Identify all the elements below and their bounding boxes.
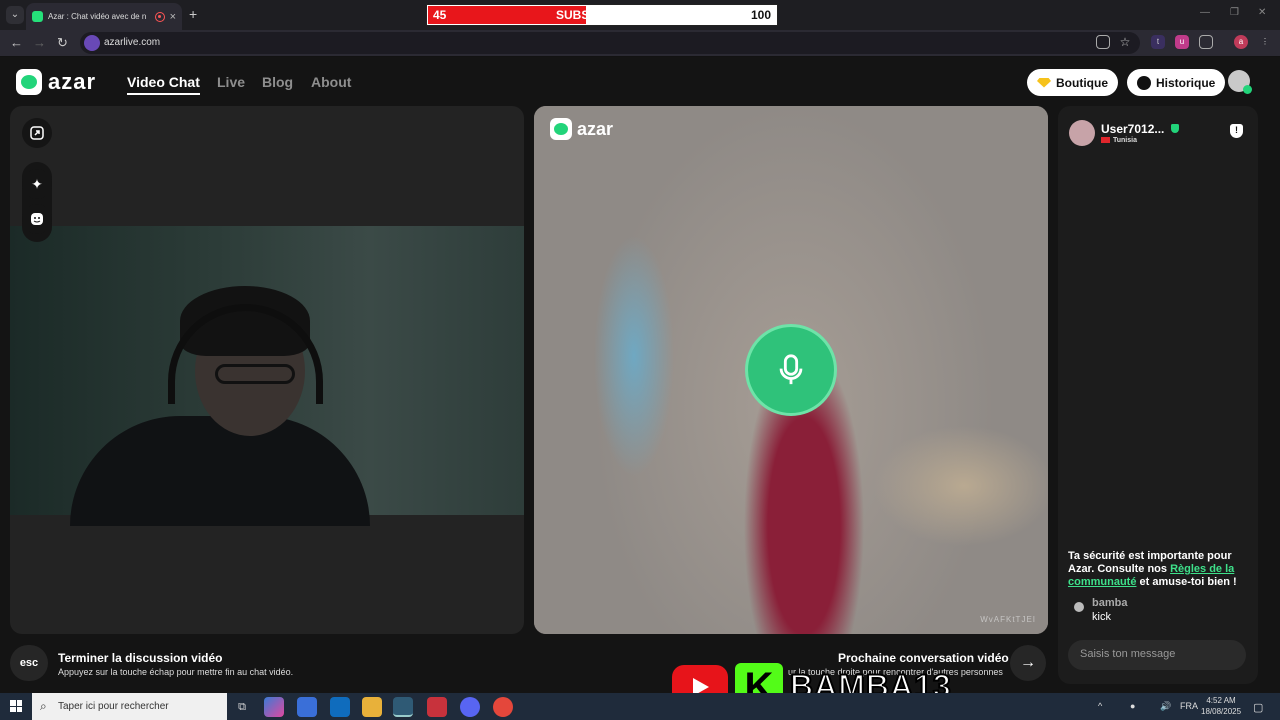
- sparkle-icon: ✦: [31, 175, 43, 192]
- edge-icon[interactable]: [393, 697, 413, 717]
- historique-button[interactable]: Historique: [1127, 69, 1226, 96]
- subscriber-progress-bar: 45 SUBSCRIBERS 100: [426, 4, 778, 26]
- online-status-dot: [1243, 85, 1252, 94]
- clock-time: 4:52 AM: [1206, 696, 1236, 705]
- effects-button[interactable]: ✦: [22, 169, 52, 199]
- azar-logo-text: azar: [48, 69, 97, 94]
- video-watermark: WvAFKtTJEI: [980, 615, 1036, 624]
- historique-label: Historique: [1156, 75, 1216, 90]
- new-tab-button[interactable]: +: [189, 6, 197, 22]
- task-view-icon[interactable]: ⧉: [232, 697, 252, 717]
- nav-blog[interactable]: Blog: [262, 74, 293, 90]
- end-chat-title: Terminer la discussion vidéo: [58, 651, 223, 665]
- nav-live[interactable]: Live: [217, 74, 245, 90]
- language-indicator[interactable]: FRA: [1180, 701, 1198, 711]
- tab-close-icon[interactable]: ×: [170, 11, 176, 23]
- install-app-icon[interactable]: [1096, 35, 1110, 49]
- subscriber-label: SUBSCRIBERS: [556, 8, 644, 22]
- url-text[interactable]: azarlive.com: [104, 37, 160, 48]
- profile-icon[interactable]: a: [1234, 35, 1248, 49]
- app-icon[interactable]: [427, 697, 447, 717]
- taskbar-clock[interactable]: 4:52 AM 18/08/2025: [1201, 695, 1241, 717]
- partner-video-logo: azar: [550, 118, 613, 140]
- windows-taskbar: ⌕ Taper ici pour rechercher ⧉ ^ ● 🔊 FRA …: [0, 693, 1280, 720]
- browser-tab[interactable]: Azar : Chat vidéo avec de n ×: [26, 3, 182, 30]
- verified-icon: [1171, 124, 1179, 133]
- message-username: bamba: [1092, 597, 1128, 609]
- tab-search-dropdown-icon[interactable]: ⌄: [6, 6, 24, 24]
- next-chat-button[interactable]: →: [1010, 645, 1046, 681]
- azar-page: azar Video Chat Live Blog About Boutique…: [0, 57, 1280, 693]
- forward-icon[interactable]: →: [33, 35, 46, 50]
- clock-date: 18/08/2025: [1201, 707, 1242, 716]
- back-icon[interactable]: ←: [10, 35, 23, 50]
- browser-menu-icon[interactable]: ⋮: [1258, 35, 1272, 49]
- person-body: [70, 416, 370, 526]
- clock-icon: [1137, 75, 1151, 90]
- taskbar-search[interactable]: ⌕ Taper ici pour rechercher: [32, 693, 227, 720]
- chat-panel: User7012... Tunisia ! Ta sécurité est im…: [1058, 106, 1258, 684]
- gem-icon: [1037, 77, 1051, 88]
- safety-notice: Ta sécurité est importante pour Azar. Co…: [1068, 550, 1237, 588]
- reload-icon[interactable]: ↻: [57, 35, 68, 51]
- expand-icon: [30, 126, 44, 140]
- subscriber-goal: 100: [751, 8, 772, 22]
- azar-logo-mark-icon: [16, 69, 42, 95]
- microphone-button[interactable]: [745, 324, 837, 416]
- window-close-icon[interactable]: ✕: [1258, 7, 1266, 18]
- outlook-icon[interactable]: [330, 697, 350, 717]
- message-avatar: [1074, 602, 1084, 612]
- extension-shield-icon[interactable]: u: [1175, 35, 1189, 49]
- next-chat-title: Prochaine conversation vidéo: [838, 651, 1009, 665]
- azar-favicon-icon: [32, 11, 43, 22]
- partner-name: User7012...: [1101, 122, 1165, 136]
- boutique-label: Boutique: [1056, 75, 1108, 90]
- esc-button[interactable]: esc: [10, 645, 48, 681]
- partner-video-panel: azar WvAFKtTJEI: [534, 106, 1048, 634]
- report-icon[interactable]: !: [1230, 124, 1243, 138]
- restore-icon[interactable]: ❐: [1230, 7, 1239, 18]
- nav-about[interactable]: About: [311, 74, 351, 90]
- microphone-tray-icon[interactable]: ●: [1130, 701, 1135, 711]
- partner-logo-text: azar: [577, 118, 614, 139]
- search-icon: ⌕: [40, 699, 47, 713]
- discord-icon[interactable]: [460, 697, 480, 717]
- chrome-icon[interactable]: [493, 697, 513, 717]
- self-video-panel: ✦: [10, 106, 524, 634]
- url-bar[interactable]: [80, 32, 1140, 54]
- extension-t-icon[interactable]: t: [1151, 35, 1165, 49]
- partner-avatar[interactable]: [1069, 120, 1095, 146]
- file-explorer-icon[interactable]: [362, 697, 382, 717]
- tunisia-flag-icon: [1101, 137, 1110, 144]
- bookmark-star-icon[interactable]: ☆: [1118, 35, 1132, 49]
- copilot-icon[interactable]: [264, 697, 284, 717]
- message-text: kick: [1092, 611, 1111, 623]
- chat-message-input[interactable]: Saisis ton message: [1068, 640, 1246, 670]
- expand-button[interactable]: [22, 118, 52, 148]
- azar-logo-mark-icon: [550, 118, 572, 140]
- tray-chevron-icon[interactable]: ^: [1098, 701, 1102, 711]
- face-filter-icon: [31, 213, 43, 225]
- minimize-icon[interactable]: —: [1200, 7, 1210, 18]
- address-toolbar: ← → ↻: [0, 30, 1280, 56]
- self-camera-feed: [10, 226, 524, 526]
- extensions-puzzle-icon[interactable]: [1199, 35, 1213, 49]
- microphone-icon: [779, 354, 803, 385]
- boutique-button[interactable]: Boutique: [1027, 69, 1118, 96]
- face-filter-button[interactable]: [22, 204, 52, 234]
- tab-title: Azar : Chat vidéo avec de n: [48, 12, 147, 21]
- subscriber-current: 45: [433, 8, 447, 22]
- recording-icon: [154, 11, 165, 22]
- end-chat-subtitle: Appuyez sur la touche échap pour mettre …: [58, 667, 294, 677]
- nav-video-chat[interactable]: Video Chat: [127, 74, 200, 95]
- azar-logo[interactable]: azar: [16, 69, 96, 95]
- volume-icon[interactable]: 🔊: [1160, 701, 1171, 712]
- site-info-icon[interactable]: [84, 35, 100, 51]
- taskbar-search-placeholder: Taper ici pour rechercher: [58, 701, 169, 712]
- notification-icon[interactable]: ▢: [1253, 701, 1263, 714]
- store-icon[interactable]: [297, 697, 317, 717]
- partner-country: Tunisia: [1101, 137, 1137, 144]
- windows-start-icon[interactable]: [10, 700, 22, 712]
